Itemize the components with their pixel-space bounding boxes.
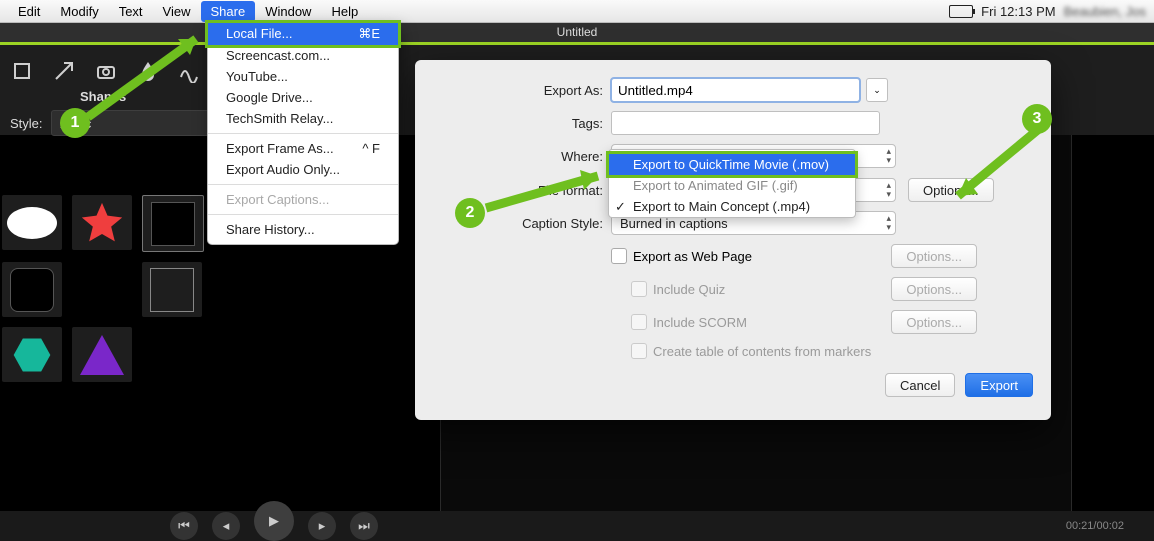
- toc-checkbox: [631, 343, 647, 359]
- web-page-options-button: Options...: [891, 244, 977, 268]
- local-file-label: Local File...: [226, 26, 292, 42]
- time-readout: 00:21/00:02: [1066, 520, 1154, 532]
- menu-share[interactable]: Share: [201, 1, 256, 22]
- annotation-2: 2: [455, 198, 485, 228]
- step-back-button[interactable]: ◂: [212, 512, 240, 540]
- quiz-checkbox: [631, 281, 647, 297]
- web-page-checkbox[interactable]: [611, 248, 627, 264]
- quiz-options-button: Options...: [891, 277, 977, 301]
- share-export-captions: Export Captions...: [208, 189, 398, 210]
- shape-ellipse[interactable]: [2, 195, 62, 250]
- timeline-bar: ⏮ ◂ ▶ ▸ ⏭ 00:21/00:02: [0, 511, 1154, 541]
- where-label: Where:: [433, 149, 611, 164]
- shape-triangle[interactable]: [72, 327, 132, 382]
- menu-modify[interactable]: Modify: [50, 1, 108, 22]
- share-googledrive[interactable]: Google Drive...: [208, 87, 398, 108]
- toc-label: Create table of contents from markers: [653, 344, 871, 359]
- style-label: Style:: [10, 116, 43, 131]
- format-mainconcept[interactable]: Export to Main Concept (.mp4): [609, 196, 855, 217]
- step-fwd-button[interactable]: ▸: [308, 512, 336, 540]
- tags-field[interactable]: [611, 111, 880, 135]
- annotation-arrow-2: [480, 168, 620, 218]
- prev-frame-button[interactable]: ⏮: [170, 512, 198, 540]
- menu-text[interactable]: Text: [109, 1, 153, 22]
- share-history[interactable]: Share History...: [208, 219, 398, 240]
- menu-view[interactable]: View: [153, 1, 201, 22]
- user-label: Beaubien, Jos: [1064, 4, 1146, 19]
- web-page-label: Export as Web Page: [633, 249, 752, 264]
- menu-help[interactable]: Help: [321, 1, 368, 22]
- shape-rounded[interactable]: [2, 262, 62, 317]
- export-dialog: Export As: ⌄ Tags: Where: ▴▾ File format…: [415, 60, 1051, 420]
- shape-hexagon[interactable]: [2, 327, 62, 382]
- arrow-tool-icon[interactable]: [52, 59, 76, 83]
- annotation-arrow-1: [78, 25, 218, 125]
- menu-window[interactable]: Window: [255, 1, 321, 22]
- play-button[interactable]: ▶: [254, 501, 294, 541]
- share-local-file[interactable]: Local File... ⌘E: [205, 20, 401, 48]
- quiz-label: Include Quiz: [653, 282, 725, 297]
- shape-star[interactable]: [72, 195, 132, 250]
- share-export-audio[interactable]: Export Audio Only...: [208, 159, 398, 180]
- next-frame-button[interactable]: ⏭: [350, 512, 378, 540]
- menu-edit[interactable]: Edit: [8, 1, 50, 22]
- share-youtube[interactable]: YouTube...: [208, 66, 398, 87]
- annotation-3: 3: [1022, 104, 1052, 134]
- format-mov[interactable]: Export to QuickTime Movie (.mov): [606, 151, 858, 178]
- menubar-status: Fri 12:13 PM Beaubien, Jos: [949, 4, 1146, 19]
- scorm-label: Include SCORM: [653, 315, 747, 330]
- share-export-frame[interactable]: Export Frame As... ^ F: [208, 138, 398, 159]
- local-file-shortcut: ⌘E: [358, 26, 380, 42]
- export-as-label: Export As:: [433, 83, 611, 98]
- export-button[interactable]: Export: [965, 373, 1033, 397]
- scorm-options-button: Options...: [891, 310, 977, 334]
- export-as-field[interactable]: [611, 78, 860, 102]
- file-format-popup: Export to MP4 (.mp4) Export to QuickTime…: [608, 149, 856, 218]
- shape-square-outline[interactable]: [142, 262, 202, 317]
- export-frame-shortcut: ^ F: [362, 141, 380, 156]
- crop-icon[interactable]: [10, 59, 34, 83]
- cancel-button[interactable]: Cancel: [885, 373, 955, 397]
- shape-square-fill[interactable]: [142, 195, 204, 252]
- scorm-checkbox: [631, 314, 647, 330]
- clock-label: Fri 12:13 PM: [981, 4, 1055, 19]
- export-frame-label: Export Frame As...: [226, 141, 334, 156]
- mac-menubar: Edit Modify Text View Share Window Help …: [0, 0, 1154, 23]
- share-techsmith[interactable]: TechSmith Relay...: [208, 108, 398, 129]
- battery-icon: [949, 5, 973, 18]
- share-dropdown: Local File... ⌘E Screencast.com... YouTu…: [207, 22, 399, 245]
- share-screencast[interactable]: Screencast.com...: [208, 45, 398, 66]
- annotation-1: 1: [60, 108, 90, 138]
- export-as-dropdown[interactable]: ⌄: [866, 78, 888, 102]
- tags-label: Tags:: [433, 116, 611, 131]
- format-gif[interactable]: Export to Animated GIF (.gif): [609, 175, 855, 196]
- annotation-arrow-3: [944, 122, 1054, 212]
